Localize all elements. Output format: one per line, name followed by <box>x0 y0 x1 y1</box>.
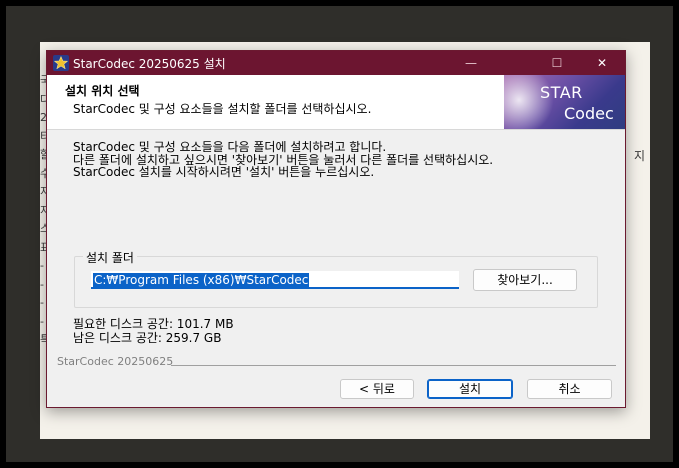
minimize-button[interactable]: — <box>449 51 493 75</box>
starcodec-logo: STAR Codec <box>504 75 625 129</box>
title-bar[interactable]: StarCodec 20250625 설치 — ☐ ✕ <box>47 51 625 75</box>
install-button[interactable]: 설치 <box>427 379 513 399</box>
window-title: StarCodec 20250625 설치 <box>73 57 226 71</box>
disk-space-info: 필요한 디스크 공간: 101.7 MB 남은 디스크 공간: 259.7 GB <box>73 317 234 345</box>
header-panel: 설치 위치 선택 StarCodec 및 구성 요소들을 설치할 폴더를 선택하… <box>47 75 625 130</box>
install-path-input[interactable]: C:₩Program Files (x86)₩StarCodec <box>91 271 459 289</box>
star-app-icon <box>53 55 69 71</box>
installer-dialog: StarCodec 20250625 설치 — ☐ ✕ 설치 위치 선택 Sta… <box>46 50 626 408</box>
instruction-line: StarCodec 및 구성 요소들을 다음 폴더에 설치하려고 합니다. <box>73 140 387 154</box>
logo-text-codec: Codec <box>564 104 614 123</box>
close-button[interactable]: ✕ <box>580 51 624 75</box>
background-right-char: 지 <box>634 149 646 163</box>
installer-brand: StarCodec 20250625 <box>57 355 174 368</box>
install-folder-label: 설치 폴더 <box>83 249 137 266</box>
cancel-button[interactable]: 취소 <box>527 379 612 399</box>
back-button[interactable]: < 뒤로 <box>340 379 414 399</box>
page-subtitle: StarCodec 및 구성 요소들을 설치할 폴더를 선택하십시오. <box>73 102 372 116</box>
required-space: 필요한 디스크 공간: 101.7 MB <box>73 317 234 331</box>
page-title: 설치 위치 선택 <box>65 84 140 98</box>
instructions: StarCodec 및 구성 요소들을 다음 폴더에 설치하려고 합니다. 다른… <box>73 141 493 179</box>
install-path-value: C:₩Program Files (x86)₩StarCodec <box>93 273 310 287</box>
maximize-button[interactable]: ☐ <box>535 51 579 75</box>
footer-divider <box>171 365 616 366</box>
logo-text-star: STAR <box>540 83 583 102</box>
available-space: 남은 디스크 공간: 259.7 GB <box>73 331 222 345</box>
browse-button[interactable]: 찾아보기... <box>473 269 577 291</box>
instruction-line: StarCodec 설치를 시작하시려면 '설치' 버튼을 누르십시오. <box>73 165 375 179</box>
